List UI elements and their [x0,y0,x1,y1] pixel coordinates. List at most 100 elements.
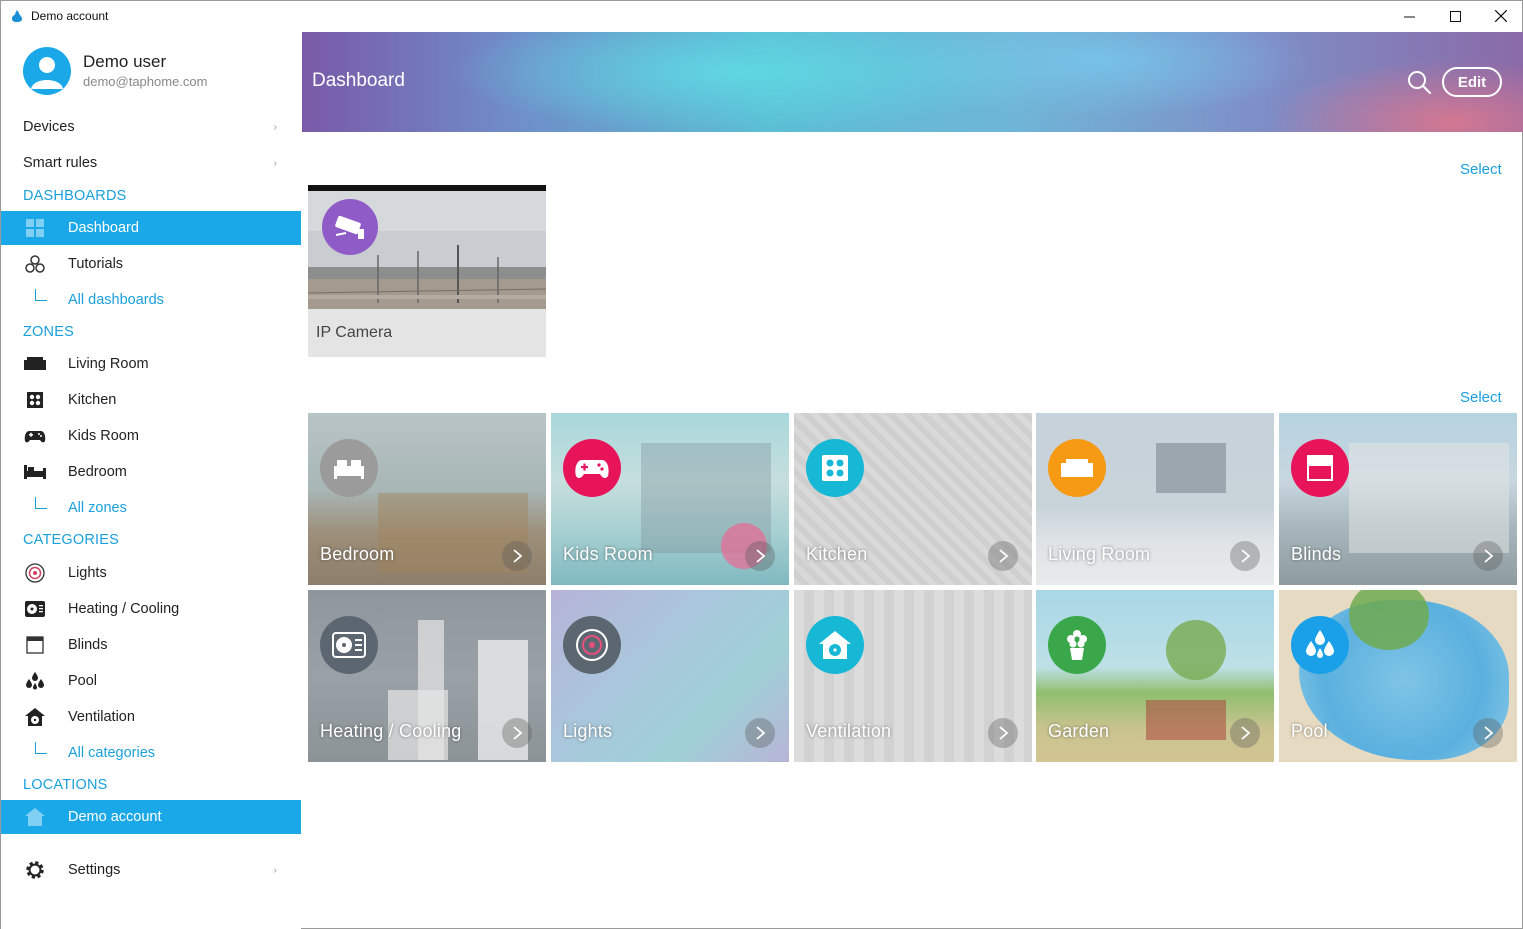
maximize-button[interactable] [1432,1,1478,31]
tile-label: Heating / Cooling [320,721,462,741]
ip-camera-tile[interactable]: IP Camera [308,185,546,357]
sidebar-item-bedroom[interactable]: Bedroom [1,455,301,489]
chevron-right-icon [513,726,523,740]
gamepad-icon [24,425,46,447]
sidebar-item-label: All categories [68,745,156,761]
sofa-icon [1061,459,1093,477]
sofa-icon [24,353,46,375]
category-tile-pool[interactable]: Pool [1279,590,1517,762]
search-icon[interactable] [1406,69,1432,95]
tile-arrow-button[interactable] [745,541,775,571]
close-button[interactable] [1478,1,1523,31]
bed-icon [24,461,46,483]
tile-icon-circle [806,616,864,674]
sidebar-item-all-categories[interactable]: All categories [1,736,301,770]
sidebar-item-lights[interactable]: Lights [1,556,301,590]
section-header-categories: CATEGORIES [23,532,119,548]
user-profile[interactable]: Demo user demo@taphome.com [1,31,301,111]
chevron-right-icon: › [273,157,277,169]
user-avatar-icon [31,57,63,89]
sidebar-item-kitchen[interactable]: Kitchen [1,383,301,417]
tile-decor [1146,700,1226,740]
sidebar-item-kids-room[interactable]: Kids Room [1,419,301,453]
tile-arrow-button[interactable] [1473,718,1503,748]
edit-button[interactable]: Edit [1442,67,1502,97]
tile-arrow-button[interactable] [988,718,1018,748]
tile-decor [1349,443,1509,553]
zone-tile-blinds[interactable]: Blinds [1279,413,1517,585]
tile-label: IP Camera [316,324,393,341]
select-button-zones[interactable]: Select [1460,389,1502,406]
app-icon [12,10,22,22]
sidebar-item-blinds[interactable]: Blinds [1,628,301,662]
close-icon [1495,10,1507,22]
tile-icon-circle [563,616,621,674]
sidebar-item-pool[interactable]: Pool [1,664,301,698]
chevron-right-icon [999,549,1009,563]
zone-tile-kitchen[interactable]: Kitchen [794,413,1032,585]
sidebar-item-dashboard[interactable]: Dashboard [1,211,301,245]
sidebar-item-label: Living Room [68,356,149,372]
tile-label: Bedroom [320,544,395,564]
tile-arrow-button[interactable] [988,541,1018,571]
tutorials-icon [24,253,46,275]
tile-icon-circle [1048,616,1106,674]
chevron-right-icon: › [273,864,277,876]
tile-arrow-button[interactable] [1473,541,1503,571]
hvac-icon [24,598,46,620]
sidebar-item-heating-cooling[interactable]: Heating / Cooling [1,592,301,626]
maximize-icon [1449,10,1461,22]
sidebar-item-tutorials[interactable]: Tutorials [1,247,301,281]
light-icon [24,562,46,584]
tile-label: Pool [1291,721,1328,741]
window-title: Demo account [31,9,109,23]
tile-label: Kids Room [563,544,653,564]
sidebar-item-smart-rules[interactable]: Smart rules › [1,146,301,180]
tile-icon-circle [320,616,378,674]
category-tile-lights[interactable]: Lights [551,590,789,762]
sidebar-item-label: Bedroom [68,464,127,480]
zone-tile-kids-room[interactable]: Kids Room [551,413,789,585]
sidebar-item-all-zones[interactable]: All zones [1,491,301,525]
pool-drops-icon [24,670,46,692]
category-tile-ventilation[interactable]: Ventilation [794,590,1032,762]
sidebar-item-label: Blinds [68,637,108,653]
tile-arrow-button[interactable] [745,718,775,748]
chevron-right-icon [513,549,523,563]
security-camera-icon [335,215,364,239]
sidebar-item-living-room[interactable]: Living Room [1,347,301,381]
category-tile-garden[interactable]: Garden [1036,590,1274,762]
tile-arrow-button[interactable] [502,541,532,571]
sidebar-item-settings[interactable]: Settings › [1,853,301,887]
tile-icon-circle [806,439,864,497]
sidebar-item-demo-account[interactable]: Demo account [1,800,301,834]
zone-tile-bedroom[interactable]: Bedroom [308,413,546,585]
sidebar-item-all-dashboards[interactable]: All dashboards [1,283,301,317]
tile-arrow-button[interactable] [1230,541,1260,571]
gamepad-icon [575,460,609,479]
tile-decor [1166,620,1226,680]
tile-label: Garden [1048,721,1110,741]
tile-label: Blinds [1291,544,1342,564]
chevron-right-icon [999,726,1009,740]
zone-tile-living-room[interactable]: Living Room [1036,413,1274,585]
tile-arrow-button[interactable] [1230,718,1260,748]
tile-icon-circle [1048,439,1106,497]
select-button-cameras[interactable]: Select [1460,161,1502,178]
tile-arrow-button[interactable] [502,718,532,748]
flower-icon [1067,630,1087,660]
category-tile-heating-cooling[interactable]: Heating / Cooling [308,590,546,762]
sidebar-item-label: Tutorials [68,256,124,272]
minimize-icon [1403,16,1415,17]
bed-icon [334,460,364,479]
chevron-right-icon [756,726,766,740]
minimize-button[interactable] [1386,1,1432,31]
app-window: Demo account Demo user demo@taphome.com … [0,0,1523,929]
user-email: demo@taphome.com [83,74,208,89]
ventilation-icon [819,631,851,659]
sidebar-item-label: Devices [23,119,75,135]
sidebar-item-label: Demo account [68,809,162,825]
corner-arrow-icon [35,497,47,509]
sidebar-item-devices[interactable]: Devices › [1,110,301,144]
sidebar-item-ventilation[interactable]: Ventilation [1,700,301,734]
